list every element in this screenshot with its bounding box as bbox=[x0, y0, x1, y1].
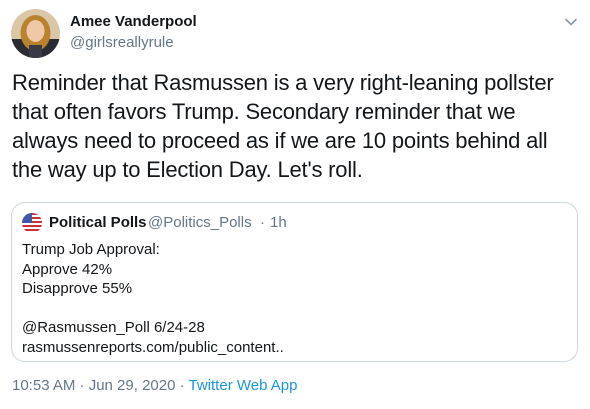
author-handle[interactable]: @girlsreallyrule bbox=[70, 34, 174, 51]
quoted-author-name[interactable]: Political Polls bbox=[49, 214, 147, 231]
tweet-text-line: always need to proceed as if we are 10 p… bbox=[12, 128, 548, 153]
quoted-text-line: Trump Job Approval: bbox=[22, 241, 160, 258]
tweet-text-line: the way up to Election Day. Let's roll. bbox=[12, 157, 363, 182]
quoted-tweet[interactable]: Political Polls @Politics_Polls · 1h Tru… bbox=[11, 202, 578, 362]
tweet-timestamp[interactable]: 10:53 AM · Jun 29, 2020 · bbox=[12, 377, 189, 394]
separator-dot: · bbox=[260, 214, 265, 231]
quoted-text-line: Approve 42% bbox=[22, 260, 113, 278]
quoted-text-line: Disapprove 55% bbox=[22, 280, 133, 297]
tweet-meta: 10:53 AM · Jun 29, 2020 · Twitter Web Ap… bbox=[12, 377, 297, 394]
tweet-text-line: that often favors Trump. Secondary remin… bbox=[12, 99, 516, 124]
quoted-author-handle[interactable]: @Politics_Polls bbox=[148, 214, 252, 231]
tweet: Amee Vanderpool @girlsreallyrule Reminde… bbox=[0, 0, 590, 409]
source-app-link[interactable]: Twitter Web App bbox=[189, 377, 298, 394]
avatar[interactable] bbox=[11, 9, 60, 58]
quoted-text-line: rasmussenreports.com/public_content.. bbox=[22, 338, 284, 356]
quoted-text-line bbox=[22, 299, 562, 319]
quoted-timestamp[interactable]: 1h bbox=[270, 214, 287, 231]
quoted-tweet-text: Trump Job Approval: Approve 42% Disappro… bbox=[22, 240, 562, 357]
tweet-text: Reminder that Rasmussen is a very right-… bbox=[12, 68, 577, 184]
chevron-down-icon[interactable] bbox=[563, 14, 579, 30]
author-name[interactable]: Amee Vanderpool bbox=[70, 13, 197, 30]
quoted-text-line: @Rasmussen_Poll 6/24-28 bbox=[22, 319, 205, 336]
tweet-text-line: Reminder that Rasmussen is a very right-… bbox=[12, 70, 554, 95]
us-flag-avatar[interactable] bbox=[22, 213, 42, 233]
